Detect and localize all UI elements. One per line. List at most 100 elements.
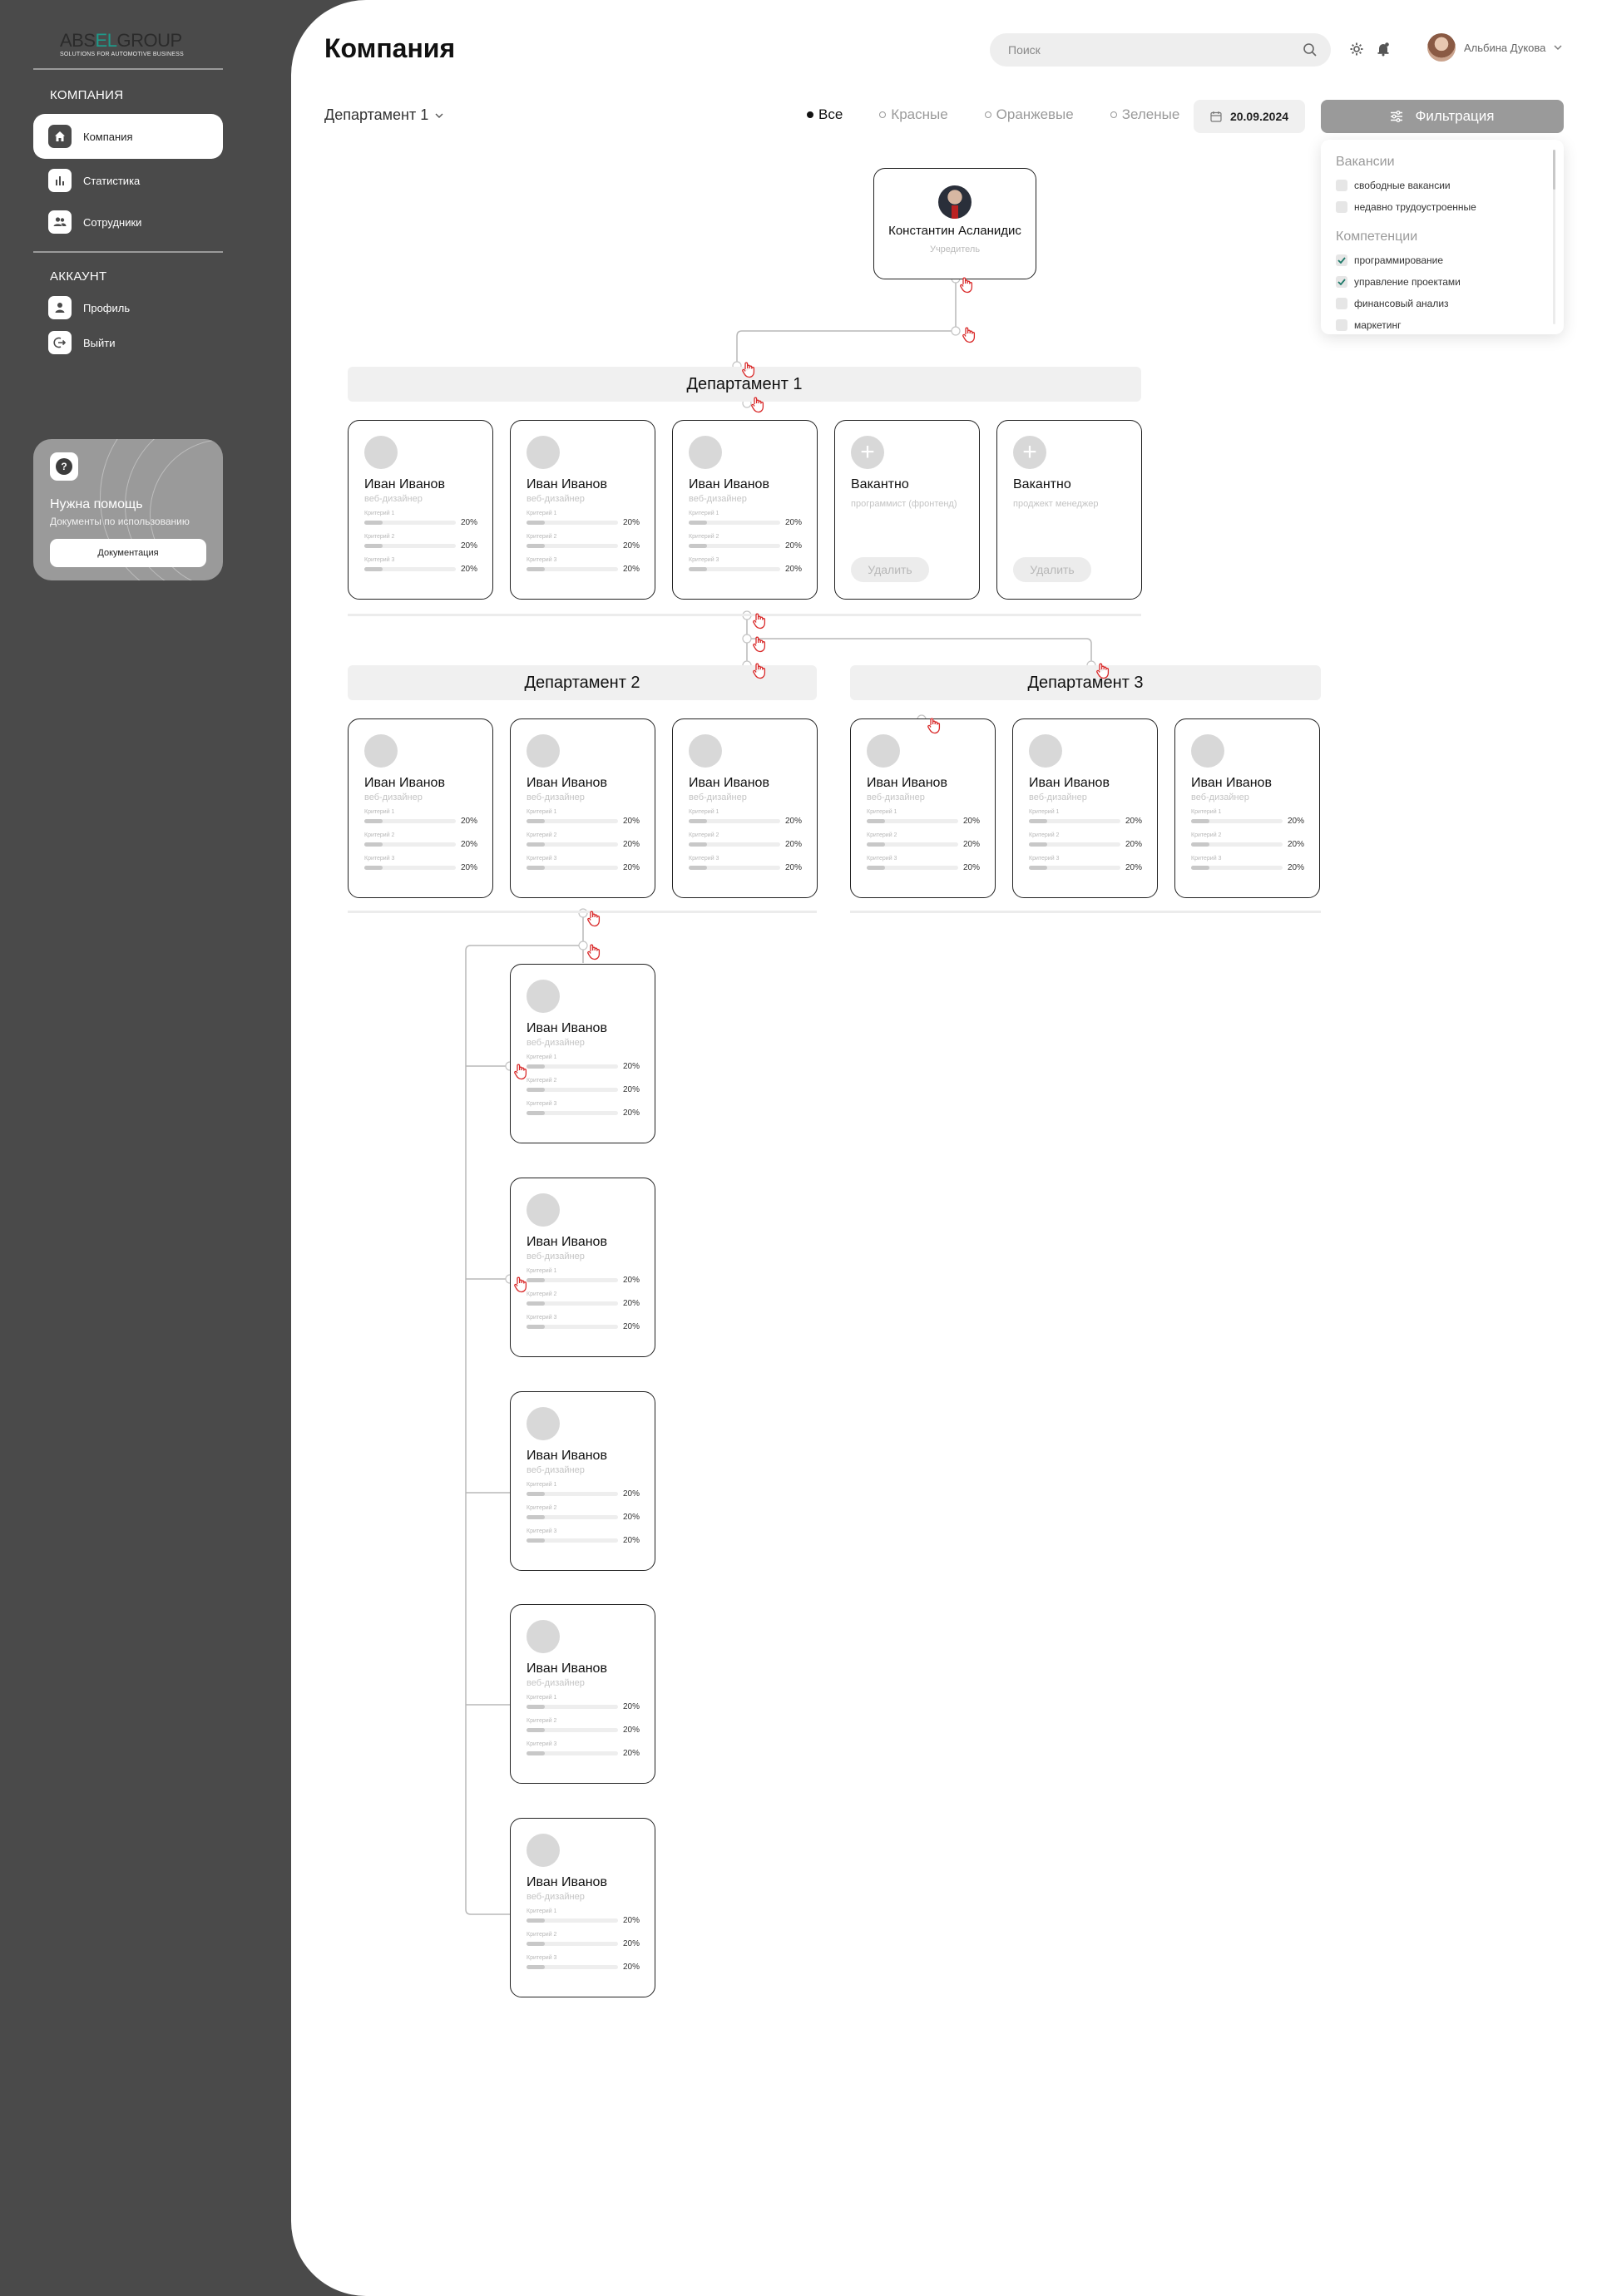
documentation-button[interactable]: Документация: [50, 539, 206, 567]
criterion-label: Критерий 2: [527, 534, 557, 540]
employee-card[interactable]: Иван Иванов веб-дизайнер Критерий 1 20% Крит…: [510, 420, 655, 600]
criterion-progress-bar: [867, 866, 958, 870]
criterion: Критерий 1 20%: [1191, 809, 1304, 826]
drag-hand-icon[interactable]: [751, 662, 769, 680]
employee-card[interactable]: Иван Иванов веб-дизайнер Критерий 1 20% Крит…: [510, 1818, 655, 1997]
drag-hand-icon[interactable]: [1095, 662, 1113, 680]
employee-name: Иван Иванов: [527, 776, 607, 790]
department-header-2[interactable]: Департамент 2: [348, 665, 817, 700]
vacancy-card[interactable]: + Вакантно программист (фронтенд) Удалит…: [834, 420, 980, 600]
drag-hand-icon[interactable]: [740, 361, 759, 379]
home-icon: [48, 125, 72, 148]
employee-role: веб-дизайнер: [527, 1465, 585, 1475]
sidebar-item-logout[interactable]: Выйти: [33, 320, 223, 365]
criterion-percent: 20%: [784, 817, 802, 826]
criterion-percent: 20%: [622, 840, 640, 849]
employee-role: веб-дизайнер: [527, 494, 585, 504]
delete-button[interactable]: Удалить: [851, 557, 929, 582]
employee-card[interactable]: Иван Иванов веб-дизайнер Критерий 1 20% Крит…: [348, 718, 493, 898]
criterion: Критерий 3 20%: [1029, 856, 1142, 872]
criterion: Критерий 3 20%: [689, 557, 802, 574]
criterion: Критерий 2 20%: [527, 1078, 640, 1094]
plus-icon[interactable]: +: [851, 436, 884, 469]
drag-hand-icon[interactable]: [926, 717, 944, 735]
sidebar-item-company[interactable]: Компания: [33, 114, 223, 159]
criterion-percent: 20%: [622, 1749, 640, 1758]
criterion-progress-bar: [364, 866, 456, 870]
criterion-progress-bar: [364, 819, 456, 823]
criterion-percent: 20%: [784, 518, 802, 527]
criterion-label: Критерий 2: [527, 832, 557, 838]
criterion-progress-bar: [527, 1942, 618, 1946]
employee-card[interactable]: Иван Иванов веб-дизайнер Критерий 1 20% Крит…: [348, 420, 493, 600]
criterion-percent: 20%: [622, 1276, 640, 1285]
plus-icon[interactable]: +: [1013, 436, 1046, 469]
employee-card[interactable]: Иван Иванов веб-дизайнер Критерий 1 20% Крит…: [672, 718, 818, 898]
employee-card[interactable]: Иван Иванов веб-дизайнер Критерий 1 20% Крит…: [1174, 718, 1320, 898]
employee-card[interactable]: Иван Иванов веб-дизайнер Критерий 1 20% Крит…: [510, 964, 655, 1143]
drag-hand-icon[interactable]: [749, 396, 768, 414]
employee-card[interactable]: Иван Иванов веб-дизайнер Критерий 1 20% Крит…: [510, 1604, 655, 1784]
vacancy-card[interactable]: + Вакантно проджект менеджер Удалить: [996, 420, 1142, 600]
criterion-label: Критерий 1: [527, 1268, 557, 1274]
drag-hand-icon[interactable]: [751, 612, 769, 630]
criterion-percent: 20%: [622, 1062, 640, 1071]
criterion: Критерий 2 20%: [527, 534, 640, 551]
criterion: Критерий 1 20%: [527, 1054, 640, 1071]
criterion-progress-bar: [527, 567, 618, 571]
employee-card[interactable]: Иван Иванов веб-дизайнер Критерий 1 20% Крит…: [510, 1178, 655, 1357]
employee-card[interactable]: Иван Иванов веб-дизайнер Критерий 1 20% Крит…: [510, 1391, 655, 1571]
bar-chart-icon: [48, 169, 72, 192]
sidebar-item-employees[interactable]: Сотрудники: [33, 200, 223, 244]
help-card: ? Нужна помощь Документы по использовани…: [33, 439, 223, 580]
sidebar-item-statistics[interactable]: Статистика: [33, 158, 223, 203]
department-divider: [850, 911, 1321, 913]
drag-hand-icon[interactable]: [961, 326, 979, 344]
criterion-percent: 20%: [1125, 863, 1142, 872]
criterion-percent: 20%: [460, 863, 477, 872]
criterion-progress-fill: [527, 1728, 545, 1732]
criterion-progress-bar: [527, 1538, 618, 1543]
company-logo[interactable]: ABSELGROUP SOLUTIONS FOR AUTOMOTIVE BUSI…: [60, 30, 193, 57]
ceo-card[interactable]: Константин Асланидис Учредитель: [873, 168, 1036, 279]
sidebar-item-label: Сотрудники: [83, 215, 142, 229]
criterion-label: Критерий 1: [689, 511, 719, 516]
drag-hand-icon[interactable]: [512, 1276, 531, 1294]
drag-hand-icon[interactable]: [751, 635, 769, 654]
users-icon: [48, 210, 72, 234]
criterion-percent: 20%: [622, 1916, 640, 1925]
department-header-3[interactable]: Департамент 3: [850, 665, 1321, 700]
criterion-label: Критерий 2: [364, 832, 395, 838]
drag-hand-icon[interactable]: [958, 276, 976, 294]
employee-card[interactable]: Иван Иванов веб-дизайнер Критерий 1 20% Крит…: [1012, 718, 1158, 898]
employee-card[interactable]: Иван Иванов веб-дизайнер Критерий 1 20% Крит…: [850, 718, 996, 898]
criterion-label: Критерий 2: [1191, 832, 1222, 838]
criterion-percent: 20%: [622, 565, 640, 574]
employee-role: веб-дизайнер: [364, 792, 423, 802]
drag-hand-icon[interactable]: [586, 943, 604, 961]
employee-card[interactable]: Иван Иванов веб-дизайнер Критерий 1 20% Крит…: [672, 420, 818, 600]
criterion-progress-bar: [689, 544, 780, 548]
criterion-progress-bar: [689, 842, 780, 847]
sidebar-item-label: Профиль: [83, 301, 131, 314]
vacancy-role: проджект менеджер: [1013, 499, 1099, 509]
employee-photo: [867, 734, 900, 768]
employee-role: веб-дизайнер: [527, 1892, 585, 1902]
criterion-percent: 20%: [460, 565, 477, 574]
criterion-progress-fill: [689, 521, 707, 525]
drag-hand-icon[interactable]: [586, 910, 604, 928]
criterion-progress-bar: [689, 866, 780, 870]
sidebar-item-label: Выйти: [83, 336, 116, 349]
criterion-progress-bar: [527, 1965, 618, 1969]
criterion-percent: 20%: [962, 817, 980, 826]
employee-card[interactable]: Иван Иванов веб-дизайнер Критерий 1 20% Крит…: [510, 718, 655, 898]
criterion: Критерий 3 20%: [527, 1101, 640, 1118]
criterion-progress-fill: [364, 567, 383, 571]
criterion-progress-bar: [527, 1728, 618, 1732]
criterion-progress-fill: [527, 1492, 545, 1496]
criterion-label: Критерий 2: [689, 832, 719, 838]
drag-hand-icon[interactable]: [512, 1063, 531, 1081]
criterion: Критерий 2 20%: [689, 534, 802, 551]
delete-button[interactable]: Удалить: [1013, 557, 1091, 582]
employee-name: Иван Иванов: [689, 776, 769, 790]
